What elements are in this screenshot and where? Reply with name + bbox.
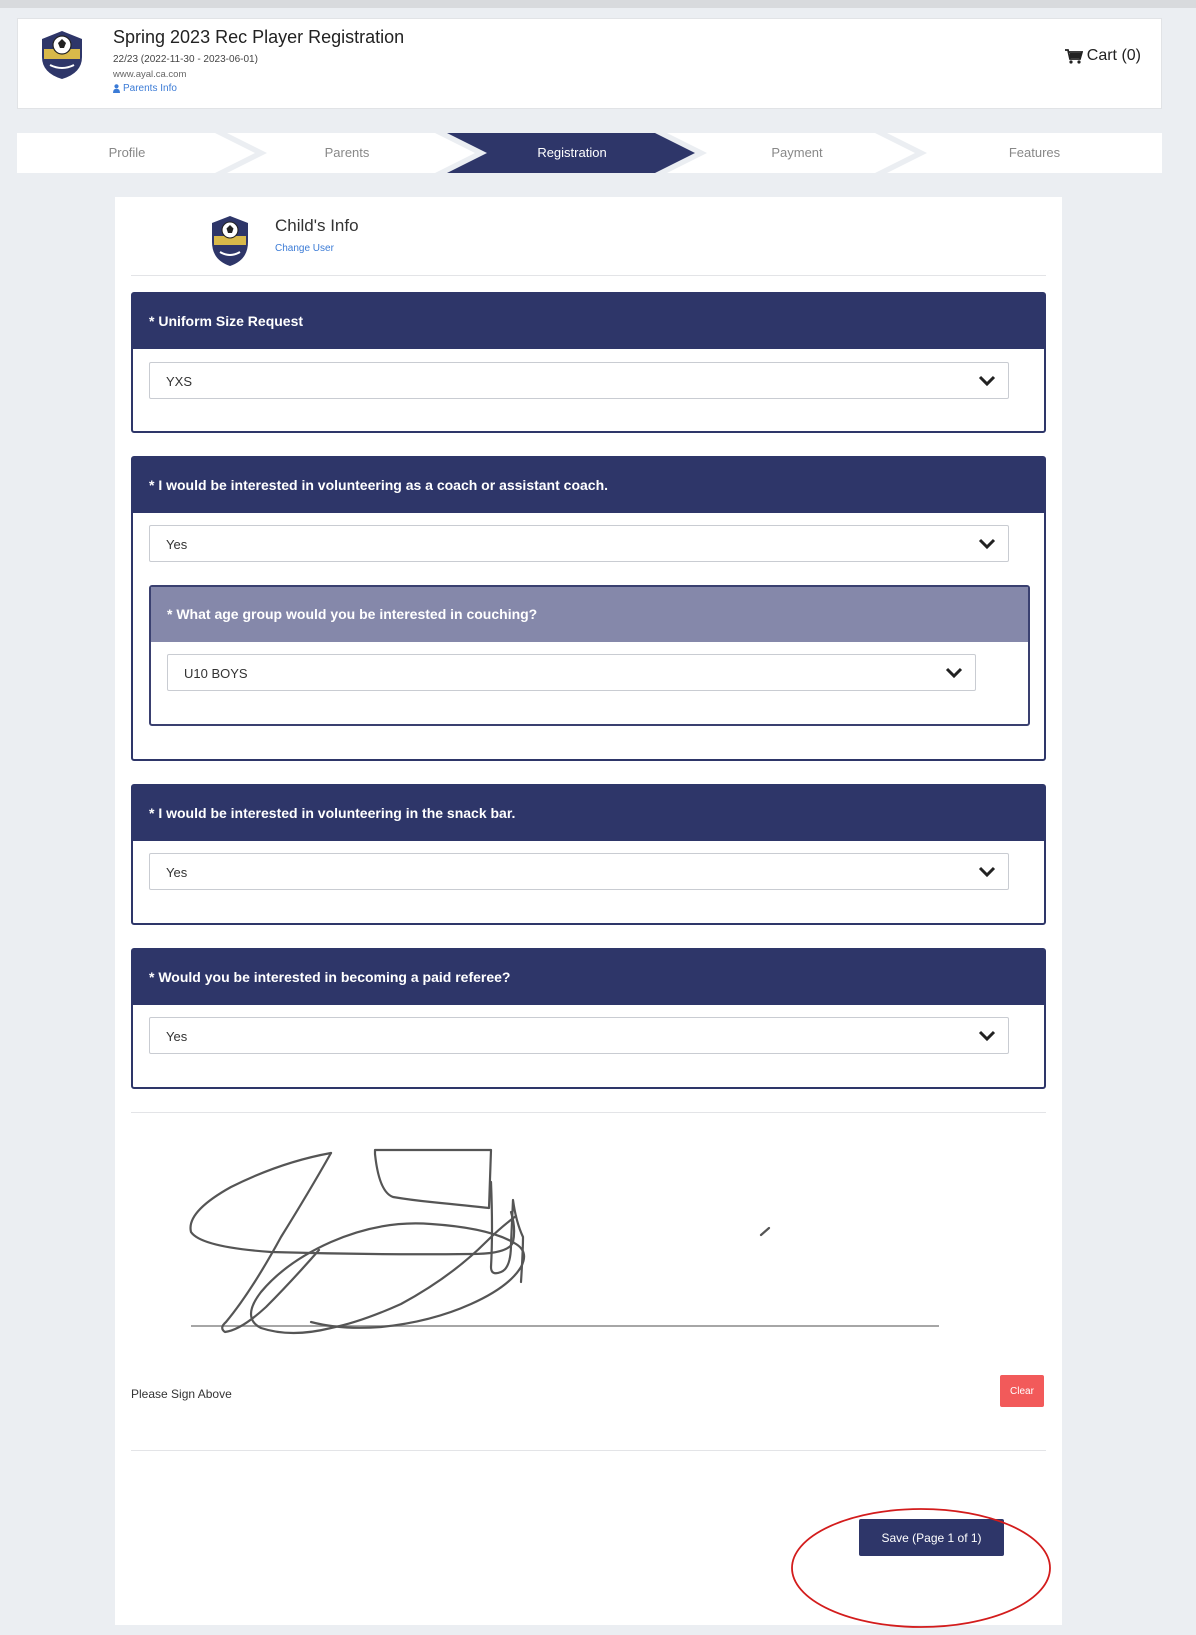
step-features[interactable]: Features (907, 133, 1162, 173)
uniform-size-label: * Uniform Size Request (133, 294, 1044, 349)
child-logo (212, 216, 248, 266)
cart-button[interactable]: Cart (0) (1064, 47, 1141, 65)
step-registration[interactable]: Registration (462, 133, 682, 173)
child-info-title: Child's Info (275, 216, 359, 235)
cart-label: Cart (0) (1086, 47, 1141, 64)
uniform-size-panel: * Uniform Size Request YXS (131, 292, 1046, 433)
chevron-down-icon (978, 1030, 996, 1042)
chevron-down-icon (978, 866, 996, 878)
top-border (0, 0, 1196, 8)
header-card: Spring 2023 Rec Player Registration 22/2… (17, 18, 1162, 109)
cart-icon (1064, 48, 1083, 64)
user-icon (113, 84, 120, 93)
age-group-label: * What age group would you be interested… (151, 587, 1028, 642)
registration-card: Child's Info Change User * Uniform Size … (115, 197, 1062, 1625)
coach-volunteer-panel: * I would be interested in volunteering … (131, 456, 1046, 761)
page-title: Spring 2023 Rec Player Registration (113, 27, 405, 47)
chevron-down-icon (945, 667, 963, 679)
save-button[interactable]: Save (Page 1 of 1) (859, 1519, 1004, 1556)
snack-bar-value: Yes (166, 865, 188, 880)
referee-label: * Would you be interested in becoming a … (133, 950, 1044, 1005)
referee-select[interactable]: Yes (149, 1017, 1009, 1054)
season-dates: 22/23 (2022-11-30 - 2023-06-01) (113, 54, 258, 65)
site-url: www.ayal.ca.com (113, 69, 187, 80)
signature-label: Please Sign Above (131, 1387, 232, 1401)
chevron-down-icon (978, 538, 996, 550)
referee-value: Yes (166, 1029, 188, 1044)
signature-pad[interactable] (131, 1132, 1046, 1382)
snack-bar-select[interactable]: Yes (149, 853, 1009, 890)
divider (131, 1112, 1046, 1113)
age-group-value: U10 BOYS (184, 666, 248, 681)
signature-drawing (189, 1148, 771, 1335)
chevron-down-icon (978, 375, 996, 387)
snack-bar-label: * I would be interested in volunteering … (133, 786, 1044, 841)
snack-bar-panel: * I would be interested in volunteering … (131, 784, 1046, 925)
coach-volunteer-value: Yes (166, 537, 188, 552)
club-logo (42, 31, 82, 79)
age-group-panel: * What age group would you be interested… (149, 585, 1030, 726)
step-profile[interactable]: Profile (17, 133, 237, 173)
parents-info-label: Parents Info (123, 83, 177, 94)
divider (131, 1450, 1046, 1451)
referee-panel: * Would you be interested in becoming a … (131, 948, 1046, 1089)
coach-volunteer-select[interactable]: Yes (149, 525, 1009, 562)
wizard-steps: Profile Parents Registration Payment Fea… (17, 133, 1162, 173)
uniform-size-value: YXS (166, 374, 193, 389)
parents-info-link[interactable]: Parents Info (113, 83, 177, 94)
change-user-link[interactable]: Change User (275, 243, 334, 254)
uniform-size-select[interactable]: YXS (149, 362, 1009, 399)
age-group-select[interactable]: U10 BOYS (167, 654, 976, 691)
coach-volunteer-label: * I would be interested in volunteering … (133, 458, 1044, 513)
step-payment[interactable]: Payment (687, 133, 907, 173)
clear-signature-button[interactable]: Clear (1000, 1375, 1044, 1407)
divider (131, 275, 1046, 276)
step-parents[interactable]: Parents (237, 133, 457, 173)
